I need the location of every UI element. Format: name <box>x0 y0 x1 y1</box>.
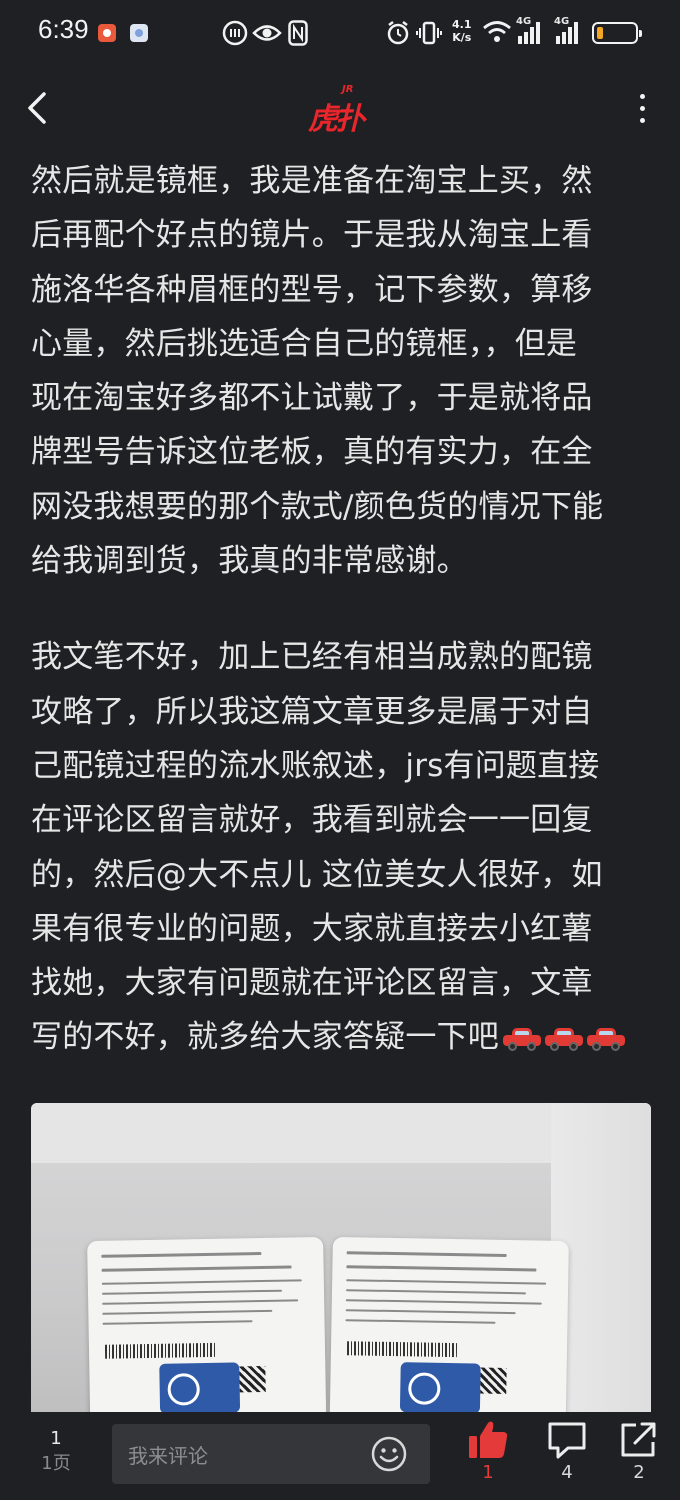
comments-button[interactable]: 4 <box>537 1420 597 1486</box>
article-body: 然后就是镜框，我是准备在淘宝上买，然 后再配个好点的镜片。于是我从淘宝上看 施洛… <box>31 154 653 1065</box>
comment-bubble-icon <box>548 1422 586 1459</box>
app-notification-icon-2 <box>130 24 148 42</box>
status-bar: 6:39 4.1 K/s 4G 4G <box>0 0 680 66</box>
like-count: 1 <box>482 1462 494 1483</box>
more-vertical-icon <box>639 93 645 99</box>
network-speed-value: 4.1 <box>452 18 472 31</box>
status-time: 6:39 <box>38 14 89 44</box>
cellular-signal-icon-2: 4G <box>554 16 578 44</box>
app-notification-icon <box>98 24 116 42</box>
emoji-icon[interactable] <box>370 1435 408 1473</box>
sig1-label: 4G <box>516 16 532 27</box>
back-button[interactable] <box>18 86 62 130</box>
network-speed-unit: K/s <box>452 31 472 44</box>
red-car-icon <box>545 1027 583 1052</box>
battery-level <box>597 27 603 39</box>
share-icon <box>621 1422 656 1457</box>
article-paragraph-2-text: 我文笔不好，加上已经有相当成熟的配镜 攻略了，所以我这篇文章更多是属于对自 己配… <box>31 639 603 1056</box>
chevron-left-icon <box>28 92 46 124</box>
thumbs-up-icon <box>469 1421 508 1458</box>
article-paragraph-2: 我文笔不好，加上已经有相当成熟的配镜 攻略了，所以我这篇文章更多是属于对自 己配… <box>31 630 653 1064</box>
network-speed: 4.1 K/s <box>452 18 472 44</box>
nfc-icon <box>288 20 308 46</box>
cellular-signal-icon: 4G <box>516 16 540 44</box>
page-indicator[interactable]: 1 1页 <box>26 1428 86 1478</box>
comment-placeholder: 我来评论 <box>128 1444 208 1468</box>
bottom-action-bar: 1 1页 我来评论 1 4 2 <box>0 1412 680 1500</box>
share-count: 2 <box>633 1462 645 1483</box>
article-paragraph-1: 然后就是镜框，我是准备在淘宝上买，然 后再配个好点的镜片。于是我从淘宝上看 施洛… <box>31 163 604 580</box>
red-car-icon <box>503 1027 541 1052</box>
wifi-icon <box>483 21 511 42</box>
more-options-button[interactable] <box>626 86 658 130</box>
battery-icon <box>592 22 642 44</box>
share-button[interactable]: 2 <box>609 1420 669 1486</box>
red-car-icon <box>587 1027 625 1052</box>
hupu-logo: JR 虎扑 <box>308 84 378 137</box>
article-photo[interactable] <box>31 1103 651 1433</box>
sig2-label: 4G <box>554 16 570 27</box>
eye-icon <box>252 25 282 41</box>
alarm-icon <box>387 21 409 45</box>
comment-input[interactable]: 我来评论 <box>112 1424 430 1484</box>
hd-call-icon <box>222 20 248 46</box>
comment-count: 4 <box>561 1462 573 1483</box>
page-number: 1 <box>50 1428 62 1449</box>
lens-package <box>87 1236 327 1433</box>
like-button[interactable]: 1 <box>458 1420 518 1486</box>
logo-text: 虎扑 <box>308 102 365 137</box>
lens-package-2 <box>329 1236 569 1433</box>
top-nav-bar: JR 虎扑 <box>0 66 680 152</box>
page-label: 1页 <box>41 1453 71 1474</box>
vibrate-icon <box>416 21 442 45</box>
